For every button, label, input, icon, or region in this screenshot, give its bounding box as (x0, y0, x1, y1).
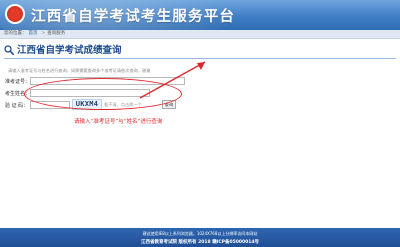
captcha-label: 验 证 码： (5, 103, 29, 109)
annotation-text: 请输入“准考证号”与“姓名”进行查询 (74, 119, 163, 125)
breadcrumb-current: 查询服务 (47, 31, 66, 36)
captcha-input[interactable] (30, 101, 70, 109)
header-banner: 江西省自学考试考生服务平台 (0, 0, 400, 30)
captcha-refresh-link[interactable]: 看不清，点击换一个 (104, 102, 142, 108)
breadcrumb-home-link[interactable]: 首页 (29, 30, 38, 38)
page-title: 江西省自学考试成绩查询 (17, 45, 122, 56)
site-title: 江西省自学考试考生服务平台 (31, 8, 236, 25)
name-input[interactable] (30, 89, 150, 97)
breadcrumb: 您的位置： 首页 > 查询服务 (0, 30, 400, 39)
page-title-row: 江西省自学考试成绩查询 (4, 44, 396, 59)
search-icon (4, 45, 14, 55)
exam-id-label: 准考证号： (5, 79, 31, 85)
captcha-image[interactable]: UKXM4 (72, 99, 102, 110)
footer-copyright: 江西省教育考试院 版权所有 2018 赣ICP备05000014号 (140, 240, 260, 245)
footer: 建议使用IE8以上系列浏览器，1024X768以上分辨率访问本网站 江西省教育考… (0, 228, 400, 247)
name-label: 考生姓名： (5, 91, 31, 97)
footer-browser-note: 建议使用IE8以上系列浏览器，1024X768以上分辨率访问本网站 (142, 231, 258, 236)
site-logo (5, 4, 25, 24)
breadcrumb-location-label: 您的位置： (4, 31, 27, 36)
exam-id-input[interactable] (30, 77, 185, 85)
submit-button[interactable]: 查询 (162, 100, 176, 109)
query-notice: 请输入准考证号与姓名进行查询，如果需要查询多个准考证请依次查询，谢谢 (8, 68, 151, 73)
breadcrumb-separator: > (41, 31, 46, 36)
